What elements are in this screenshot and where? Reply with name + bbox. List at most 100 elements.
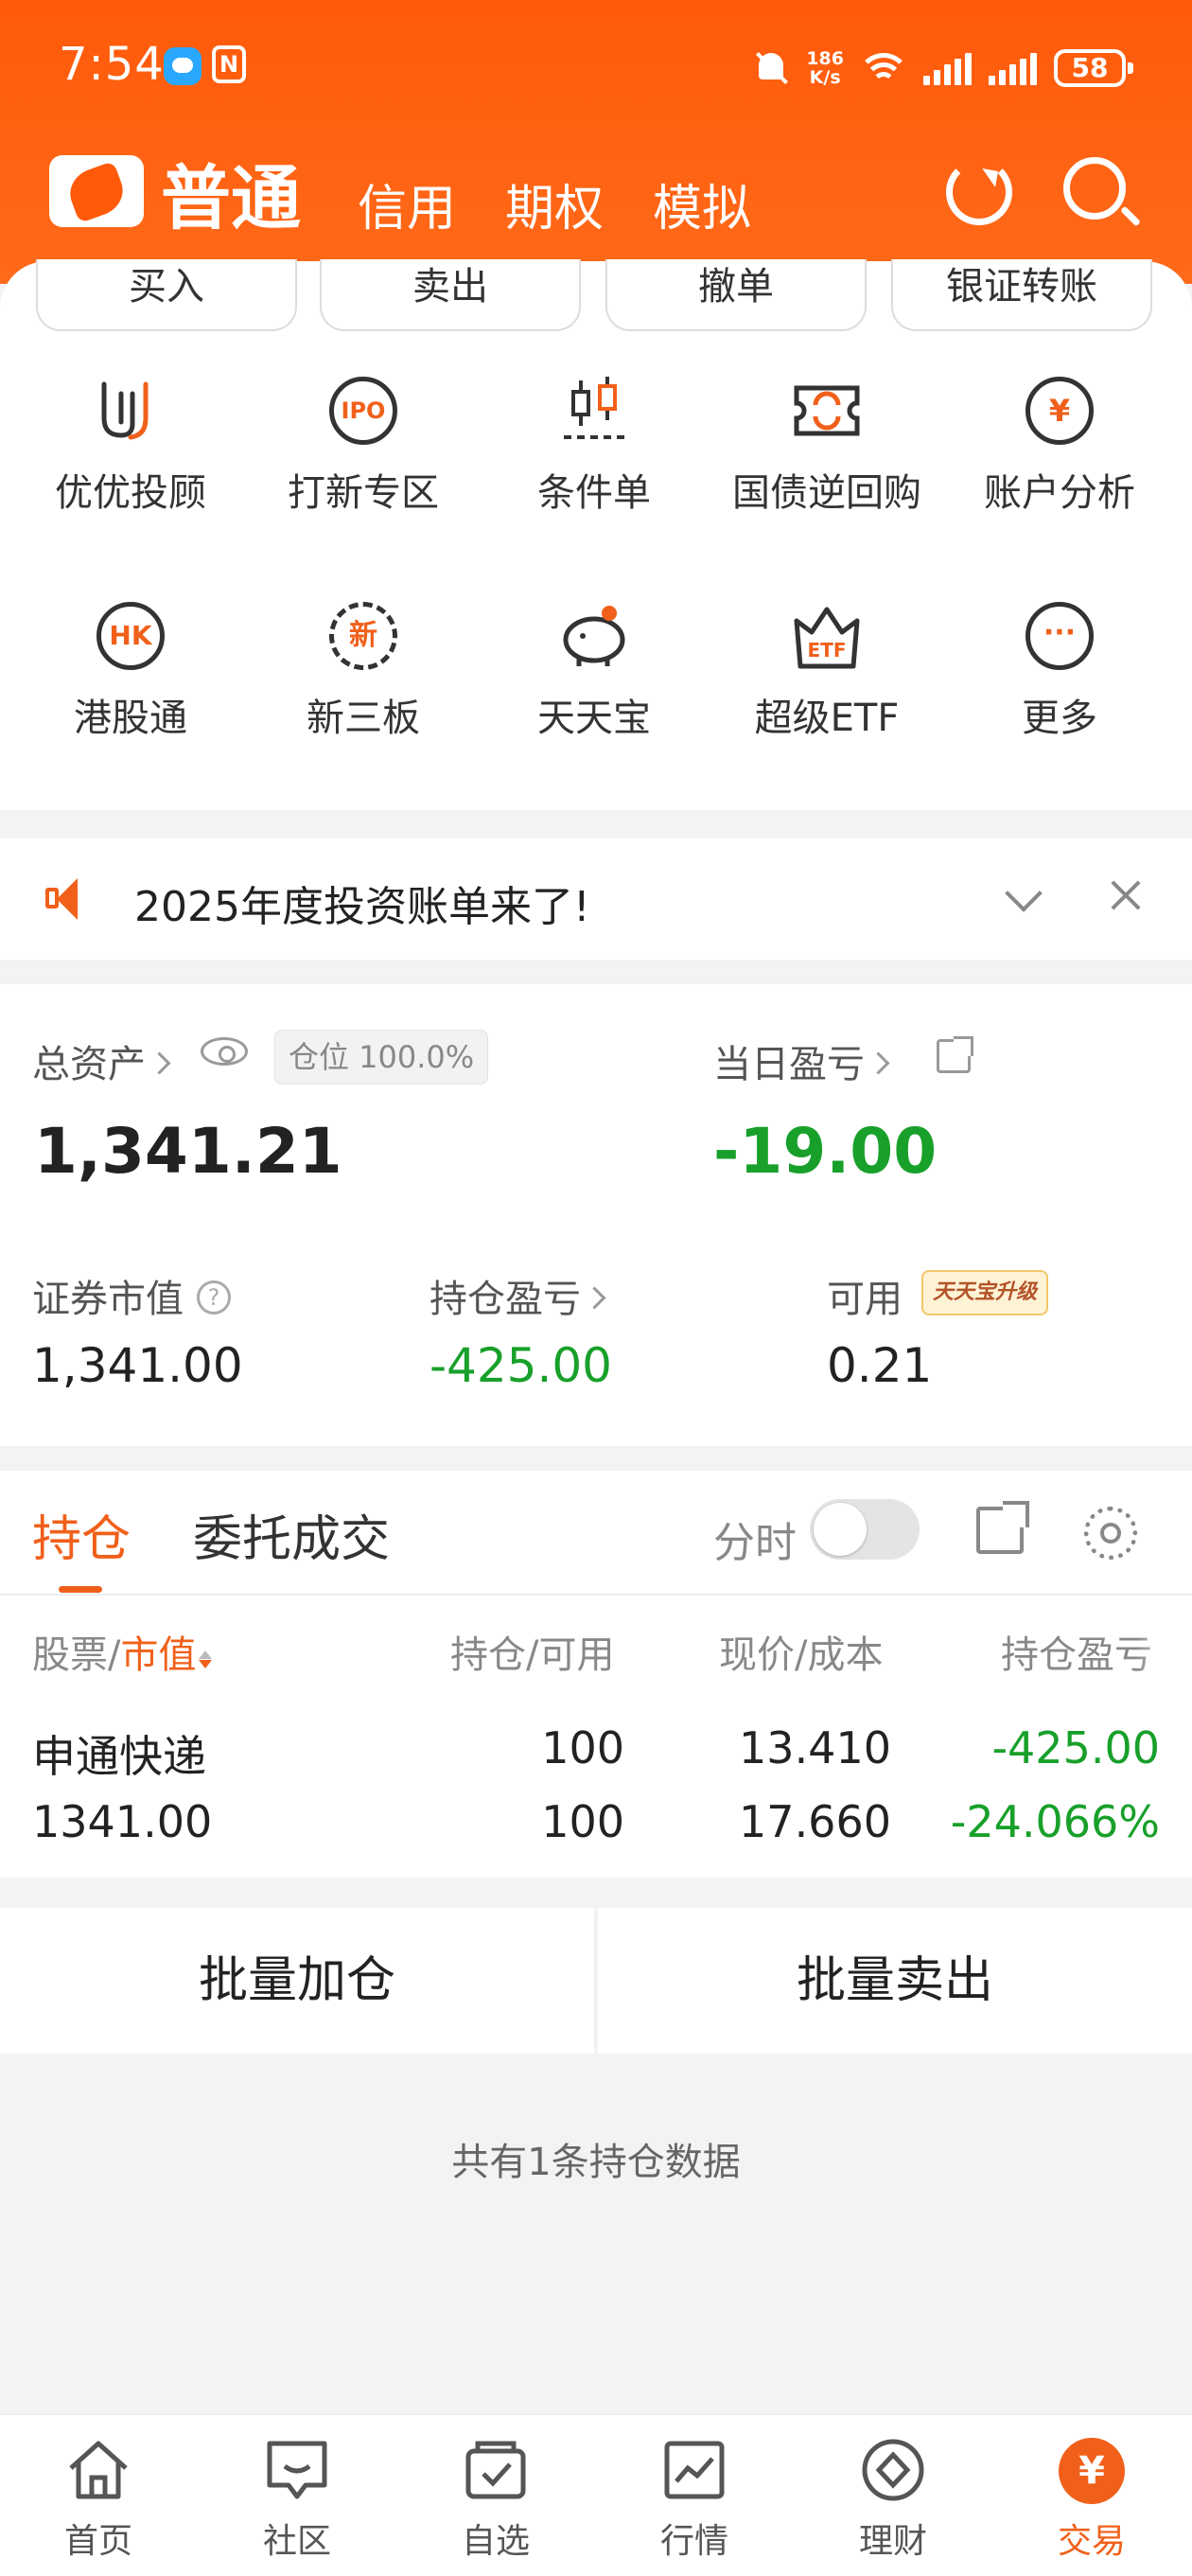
market-icon — [661, 2438, 727, 2502]
sort-icon — [198, 1644, 213, 1670]
grid-item-super-etf[interactable]: ETF 超级ETF — [713, 600, 940, 742]
holding-pl-label[interactable]: 持仓盈亏 — [429, 1268, 606, 1323]
bulk-sell-button[interactable]: 批量卖出 — [598, 1908, 1192, 2054]
stock-pl: -425.00 — [991, 1722, 1160, 1773]
col-price-header: 现价/成本 — [719, 1633, 884, 1677]
col-qty-header: 持仓/可用 — [450, 1633, 615, 1677]
buy-button[interactable]: 买入 — [36, 259, 297, 331]
stock-qty: 100 — [541, 1722, 624, 1773]
wifi-icon — [861, 49, 906, 87]
bank-transfer-button[interactable]: 银证转账 — [891, 259, 1152, 331]
grid-item-account-analysis[interactable]: ¥ 账户分析 — [946, 375, 1173, 517]
notice-text[interactable]: 2025年度投资账单来了! — [134, 873, 590, 933]
nfc-icon: N — [212, 45, 246, 83]
search-icon[interactable] — [1063, 157, 1126, 220]
col-stock-header[interactable]: 股票/市值 — [32, 1624, 213, 1679]
tab-simulated[interactable]: 模拟 — [653, 168, 751, 239]
grid-item-more[interactable]: ··· 更多 — [946, 600, 1173, 742]
grid-item-ipo[interactable]: IPO 打新专区 — [250, 375, 477, 517]
available-label: 可用 — [827, 1278, 903, 1321]
speaker-icon — [45, 878, 93, 920]
app-logo-icon — [49, 155, 144, 227]
stock-market-value: 1341.00 — [32, 1796, 213, 1847]
sell-button[interactable]: 卖出 — [320, 259, 581, 331]
total-assets-value: 1,341.21 — [34, 1115, 342, 1188]
wealth-icon — [860, 2438, 926, 2502]
watchlist-icon — [463, 2438, 529, 2502]
active-tab-indicator — [59, 1586, 102, 1593]
nav-market[interactable]: 行情 — [619, 2438, 770, 2563]
signal-1-icon — [923, 51, 972, 85]
stock-cost: 17.660 — [739, 1796, 891, 1847]
tab-options[interactable]: 期权 — [505, 168, 604, 239]
cancel-order-button[interactable]: 撤单 — [605, 259, 867, 331]
piggy-bank-icon — [558, 600, 630, 672]
help-icon[interactable]: ? — [197, 1280, 231, 1314]
grid-item-tiantianbao[interactable]: 天天宝 — [481, 600, 708, 742]
chevron-right-icon — [148, 1050, 171, 1075]
bulk-add-button[interactable]: 批量加仓 — [0, 1908, 594, 2054]
tab-orders[interactable]: 委托成交 — [193, 1499, 390, 1570]
tab-credit[interactable]: 信用 — [358, 168, 456, 239]
notice-bar[interactable]: 2025年度投资账单来了! — [0, 838, 1192, 960]
chevron-right-icon — [867, 1050, 890, 1075]
etf-icon: ETF — [791, 600, 863, 672]
network-speed: 186 K/s — [806, 48, 844, 88]
market-value: 1,341.00 — [32, 1338, 243, 1393]
col-pl-header: 持仓盈亏 — [1001, 1633, 1152, 1677]
tab-holdings[interactable]: 持仓 — [32, 1499, 131, 1570]
tab-normal[interactable]: 普通 — [161, 142, 301, 243]
gear-icon[interactable] — [1084, 1507, 1137, 1560]
grid-item-uu-advisor[interactable]: 优优投顾 — [17, 375, 244, 517]
external-link-icon[interactable] — [937, 1036, 973, 1073]
stock-price: 13.410 — [739, 1722, 891, 1773]
holdings-count-note: 共有1条持仓数据 — [451, 2141, 741, 2184]
available-value: 0.21 — [827, 1338, 933, 1393]
hk-connect-icon: HK — [95, 600, 167, 672]
holding-pl-value: -425.00 — [429, 1338, 612, 1393]
refresh-icon[interactable] — [946, 159, 1012, 225]
intraday-label: 分时 — [713, 1519, 797, 1567]
grid-item-reverse-repo[interactable]: 国债逆回购 — [713, 375, 940, 517]
uu-advisor-icon — [95, 375, 167, 447]
market-value-label: 证券市值? — [32, 1268, 231, 1323]
close-icon[interactable] — [1107, 876, 1145, 914]
total-assets-label[interactable]: 总资产 — [32, 1033, 171, 1088]
divider — [0, 1594, 1192, 1596]
message-app-icon — [164, 47, 202, 85]
reverse-repo-icon — [791, 375, 863, 447]
battery-icon: 58 — [1054, 49, 1133, 87]
chevron-right-icon — [583, 1285, 606, 1310]
ipo-icon: IPO — [327, 375, 399, 447]
share-icon[interactable] — [976, 1501, 1029, 1554]
bottom-nav — [0, 2413, 1192, 2576]
status-time: 7:54 — [59, 38, 165, 91]
tiantianbao-upgrade-badge[interactable]: 天天宝升级 — [921, 1270, 1049, 1315]
new-third-board-icon: 新 — [327, 600, 399, 672]
grid-item-conditional-order[interactable]: 条件单 — [481, 375, 708, 517]
nav-wealth[interactable]: 理财 — [817, 2438, 969, 2563]
day-pl-value: -19.00 — [713, 1115, 938, 1188]
nav-watchlist[interactable]: 自选 — [420, 2438, 571, 2563]
stock-available: 100 — [541, 1796, 624, 1847]
nav-trade[interactable]: ¥ 交易 — [1016, 2438, 1167, 2563]
candlestick-icon — [558, 375, 630, 447]
stock-pl-pct: -24.066% — [950, 1796, 1160, 1847]
grid-item-new-third-board[interactable]: 新 新三板 — [250, 600, 477, 742]
signal-2-icon — [989, 51, 1037, 85]
chevron-down-icon[interactable] — [1005, 874, 1043, 912]
grid-item-hk-connect[interactable]: HK 港股通 — [17, 600, 244, 742]
eye-icon[interactable] — [201, 1037, 248, 1066]
status-indicators: 186 K/s 58 — [753, 42, 1133, 95]
nav-home[interactable]: 首页 — [23, 2438, 174, 2563]
more-icon: ··· — [1024, 600, 1096, 672]
day-pl-label[interactable]: 当日盈亏 — [713, 1033, 890, 1088]
muted-bell-icon — [753, 49, 789, 87]
trade-icon: ¥ — [1059, 2438, 1125, 2504]
intraday-toggle[interactable] — [810, 1499, 920, 1560]
account-analysis-icon: ¥ — [1024, 375, 1096, 447]
nav-community[interactable]: 社区 — [221, 2438, 373, 2563]
community-icon — [264, 2438, 330, 2502]
svg-text:ETF: ETF — [808, 639, 847, 662]
position-badge: 仓位 100.0% — [274, 1030, 489, 1085]
